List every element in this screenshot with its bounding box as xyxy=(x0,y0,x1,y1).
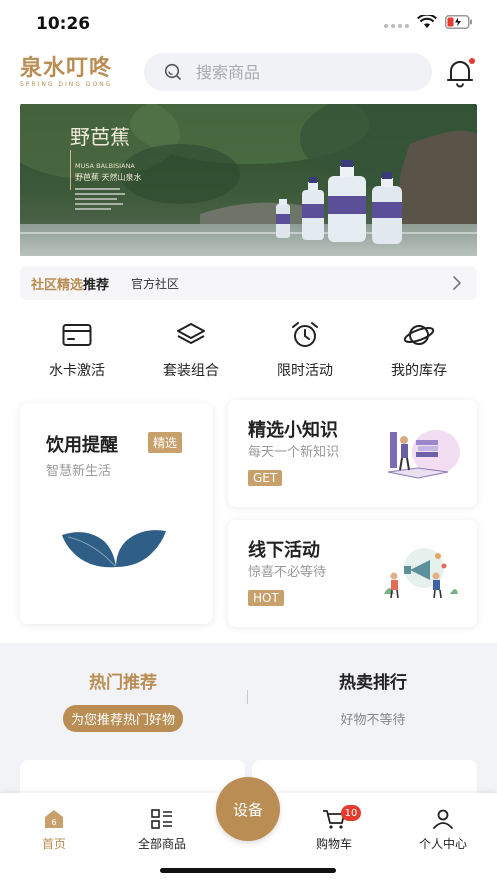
tab-divider xyxy=(247,690,248,704)
svg-text:6: 6 xyxy=(51,818,56,827)
brand-logo: 泉水叮咚 SPRING DING DONG xyxy=(20,56,130,88)
logo-subtext: SPRING DING DONG xyxy=(20,81,113,88)
card-subtitle: 惊喜不必等待 xyxy=(248,565,327,580)
quick-item-water-card[interactable]: 水卡激活 xyxy=(20,320,134,380)
status-time: 10:26 xyxy=(36,14,91,34)
nav-label: 首页 xyxy=(41,837,66,851)
banner-tagline: 野芭蕉 天然山泉水 xyxy=(75,172,142,182)
alarm-clock-icon xyxy=(292,322,318,347)
offline-activity-card[interactable]: 线下活动 惊喜不必等待 HOT xyxy=(228,520,477,627)
status-icons xyxy=(384,15,473,29)
wifi-icon xyxy=(417,15,437,28)
home-indicator xyxy=(160,868,336,873)
cart-badge: 10 xyxy=(341,805,361,821)
drink-reminder-card[interactable]: 饮用提醒 精选 智慧新生活 xyxy=(20,403,213,624)
bottle-small xyxy=(276,199,290,238)
book-illustration xyxy=(387,430,460,479)
get-tag: GET xyxy=(248,470,283,486)
grid-list-icon xyxy=(151,809,172,829)
nav-item-profile[interactable]: 个人中心 xyxy=(398,809,488,852)
layers-icon xyxy=(177,323,205,344)
leaf-icon xyxy=(62,530,166,568)
tab-title: 热门推荐 xyxy=(89,673,157,693)
search-bar[interactable] xyxy=(144,53,432,91)
card-subtitle: 每天一个新知识 xyxy=(248,445,340,460)
community-title-rest: 推荐 xyxy=(83,277,110,293)
community-title-highlight: 社区精选 xyxy=(31,277,84,293)
banner-latin: MUSA BALBISIANA xyxy=(75,162,135,170)
tab-hot-recommend[interactable]: 热门推荐 为您推荐热门好物 xyxy=(40,668,206,732)
quick-item-limited-activity[interactable]: 限时活动 xyxy=(248,320,362,380)
home-icon: 6 xyxy=(45,810,63,828)
nav-label: 购物车 xyxy=(315,837,352,851)
banner-image: 野芭蕉 MUSA BALBISIANA 野芭蕉 天然山泉水 xyxy=(20,104,477,256)
card-icon xyxy=(62,324,92,346)
quick-nav: 水卡激活 套装组合 限时活动 我的库存 xyxy=(20,320,477,380)
status-bar: 10:26 xyxy=(0,0,497,46)
card-title: 精选小知识 xyxy=(248,420,338,441)
header: 泉水叮咚 SPRING DING DONG xyxy=(0,50,497,94)
tab-subtitle-pill: 为您推荐热门好物 xyxy=(62,705,183,732)
community-title: 社区精选推荐 xyxy=(31,274,109,293)
quick-label: 套装组合 xyxy=(163,363,219,379)
logo-text: 泉水叮咚 xyxy=(20,55,113,81)
nav-label: 全部商品 xyxy=(137,837,186,851)
chevron-right-icon xyxy=(453,276,461,290)
nav-item-home[interactable]: 6 首页 xyxy=(9,809,99,852)
bell-icon[interactable] xyxy=(443,56,477,88)
knowledge-card[interactable]: 精选小知识 每天一个新知识 GET xyxy=(228,400,477,507)
battery-icon xyxy=(445,15,472,29)
nav-item-all-products[interactable]: 全部商品 xyxy=(117,809,207,852)
tab-title: 热卖排行 xyxy=(339,673,407,693)
featured-tag: 精选 xyxy=(148,432,183,453)
promo-banner[interactable]: 野芭蕉 MUSA BALBISIANA 野芭蕉 天然山泉水 xyxy=(20,104,477,256)
quick-item-bundle[interactable]: 套装组合 xyxy=(134,320,248,380)
nav-label: 个人中心 xyxy=(418,837,467,851)
card-subtitle: 智慧新生活 xyxy=(46,464,112,479)
nav-item-cart[interactable]: 10 购物车 xyxy=(289,805,379,852)
search-icon xyxy=(164,63,181,80)
quick-item-inventory[interactable]: 我的库存 xyxy=(362,320,476,380)
planet-icon xyxy=(403,325,435,345)
banner-title: 野芭蕉 xyxy=(70,125,130,149)
device-button[interactable]: 设备 xyxy=(216,777,280,841)
megaphone-illustration xyxy=(384,548,458,599)
community-bar[interactable]: 社区精选推荐 官方社区 xyxy=(20,266,477,300)
card-title: 线下活动 xyxy=(248,540,320,561)
tab-subtitle: 好物不等待 xyxy=(340,713,406,728)
quick-label: 限时活动 xyxy=(277,363,333,379)
quick-label: 水卡激活 xyxy=(49,363,105,379)
user-icon xyxy=(433,809,453,829)
quick-label: 我的库存 xyxy=(391,363,447,379)
community-subtitle: 官方社区 xyxy=(131,276,180,291)
hot-tag: HOT xyxy=(248,590,284,606)
tab-hot-ranking[interactable]: 热卖排行 好物不等待 xyxy=(290,668,456,728)
search-input[interactable] xyxy=(196,62,406,82)
signal-icon xyxy=(384,16,409,28)
card-title: 饮用提醒 xyxy=(46,435,118,456)
